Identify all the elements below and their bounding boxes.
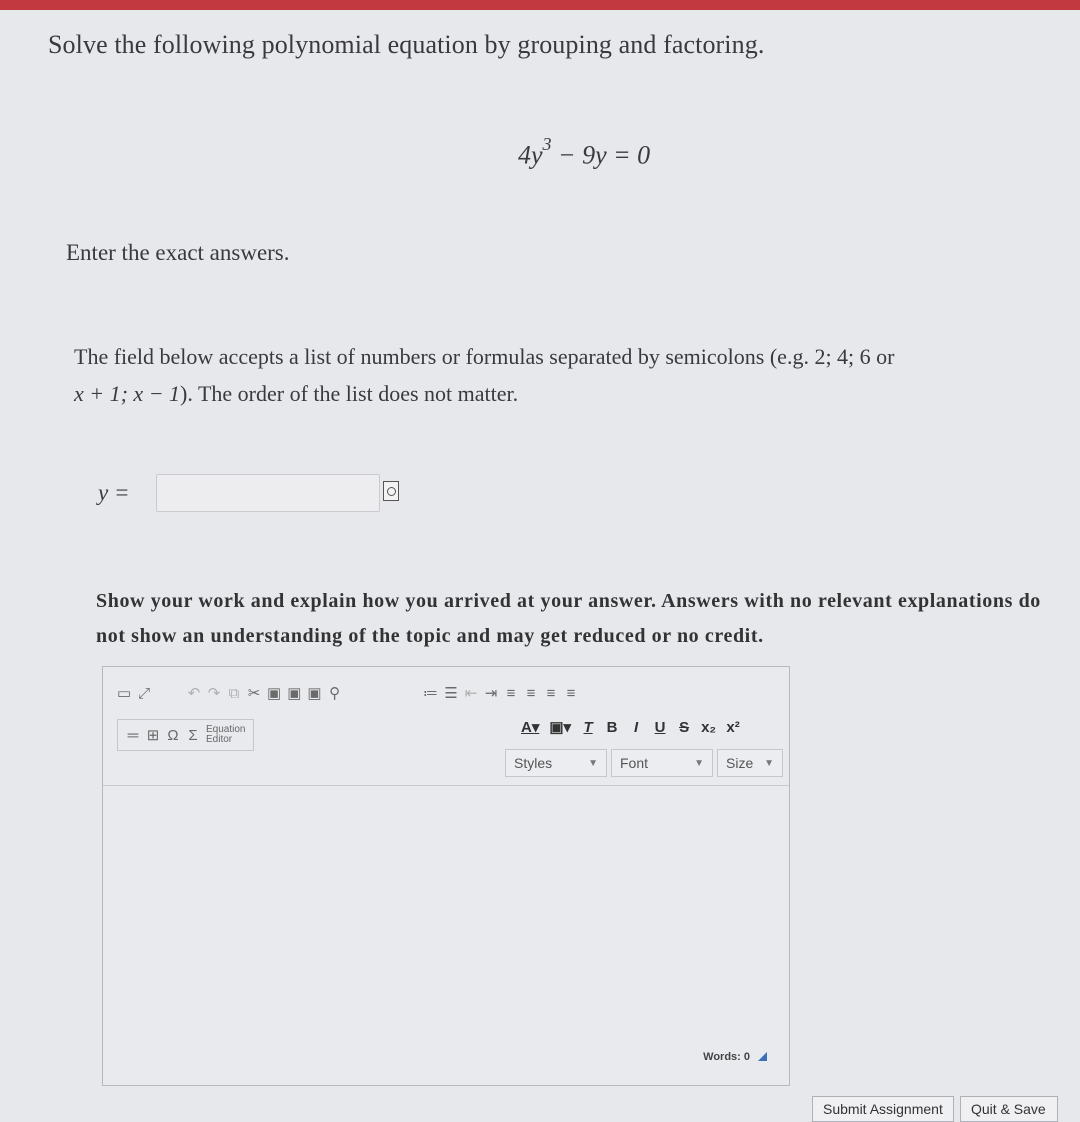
outdent-icon[interactable]: ⇤ (464, 684, 478, 702)
background-color-icon[interactable]: ▣▾ (549, 718, 571, 736)
paste-text-icon[interactable]: ▣ (287, 684, 301, 702)
hint-line2: ). The order of the list does not matter… (180, 381, 519, 406)
justify-icon[interactable]: ≡ (564, 685, 578, 702)
paste-icon[interactable]: ▣ (267, 684, 281, 702)
align-right-icon[interactable]: ≡ (544, 685, 558, 702)
answer-label: y = (98, 480, 130, 505)
font-label: Font (620, 755, 649, 771)
chevron-down-icon: ▼ (694, 757, 704, 769)
paste-word-icon[interactable]: ▣ (307, 684, 321, 702)
chevron-down-icon: ▼ (588, 757, 598, 769)
strikethrough-icon[interactable]: S (677, 719, 691, 736)
align-center-icon[interactable]: ≡ (524, 685, 538, 702)
top-accent-bar (0, 0, 1080, 10)
toolbar-group-paragraph: ≔ ☰ ⇤ ⇥ ≡ ≡ ≡ ≡ (423, 681, 578, 705)
answer-input[interactable] (156, 474, 380, 512)
subscript-icon[interactable]: x₂ (701, 719, 716, 736)
size-label: Size (726, 755, 754, 771)
special-char-icon[interactable]: Ω (166, 727, 180, 744)
show-work-prompt: Show your work and explain how you arriv… (96, 590, 1041, 647)
submit-assignment-button[interactable]: Submit Assignment (812, 1096, 954, 1122)
remove-format-icon[interactable]: T (581, 719, 595, 736)
copy-icon[interactable]: ⧉ (227, 685, 241, 702)
equation-editor-label2: Editor (206, 734, 233, 745)
equation-editor-button[interactable]: Equation Editor (206, 725, 245, 745)
find-icon[interactable]: ⚲ (328, 684, 342, 702)
source-icon[interactable]: ▭ (117, 684, 131, 702)
numbered-list-icon[interactable]: ≔ (423, 684, 438, 702)
underline-icon[interactable]: U (653, 719, 667, 736)
size-dropdown[interactable]: Size ▼ (717, 749, 783, 777)
editor-toolbar: ▭ ⤢ ↶ ↷ ⧉ ✂ ▣ ▣ ▣ ⚲ ≔ ☰ ⇤ ⇥ ≡ ≡ ≡ ≡ ═ ⊞ … (103, 667, 789, 786)
editor-text-area[interactable] (135, 787, 783, 1057)
equation-coef: 4y (518, 140, 543, 170)
chevron-down-icon: ▼ (764, 757, 774, 769)
word-count: Words: 0 (703, 1051, 767, 1063)
exact-answers-note: Enter the exact answers. (66, 240, 290, 265)
toolbar-group-format: A▾ ▣▾ T B I U S x₂ x² (521, 715, 740, 739)
resize-handle-icon[interactable] (758, 1052, 767, 1061)
equation-rest: − 9y = 0 (551, 140, 651, 170)
sigma-icon[interactable]: Σ (186, 727, 200, 744)
equation-exponent: 3 (542, 134, 552, 154)
horizontal-line-icon[interactable]: ═ (126, 727, 140, 744)
italic-icon[interactable]: I (629, 719, 643, 736)
toolbar-group-source: ▭ ⤢ (117, 681, 151, 705)
align-left-icon[interactable]: ≡ (504, 685, 518, 702)
undo-icon[interactable]: ↶ (187, 684, 201, 702)
preview-icon[interactable] (383, 481, 399, 501)
redo-icon[interactable]: ↷ (207, 684, 221, 702)
indent-icon[interactable]: ⇥ (484, 684, 498, 702)
maximize-icon[interactable]: ⤢ (137, 685, 151, 702)
styles-dropdown[interactable]: Styles ▼ (505, 749, 607, 777)
question-instruction: Solve the following polynomial equation … (48, 30, 765, 59)
superscript-icon[interactable]: x² (726, 719, 740, 736)
list-format-hint: The field below accepts a list of number… (74, 338, 1080, 412)
toolbar-group-insert: ═ ⊞ Ω Σ Equation Editor (117, 719, 255, 751)
styles-label: Styles (514, 755, 553, 771)
rich-text-editor: ▭ ⤢ ↶ ↷ ⧉ ✂ ▣ ▣ ▣ ⚲ ≔ ☰ ⇤ ⇥ ≡ ≡ ≡ ≡ ═ ⊞ … (102, 666, 790, 1086)
text-color-icon[interactable]: A▾ (521, 718, 539, 736)
equation: 4y3 − 9y = 0 (518, 134, 651, 171)
hint-example-math: x + 1; x − 1 (74, 381, 181, 406)
toolbar-group-clipboard: ↶ ↷ ⧉ ✂ ▣ ▣ ▣ ⚲ (187, 681, 342, 705)
word-count-label: Words: 0 (703, 1051, 750, 1063)
font-dropdown[interactable]: Font ▼ (611, 749, 713, 777)
bold-icon[interactable]: B (605, 719, 619, 736)
quit-save-button[interactable]: Quit & Save (960, 1096, 1058, 1122)
hint-line1: The field below accepts a list of number… (74, 344, 895, 369)
cut-icon[interactable]: ✂ (247, 684, 261, 702)
bulleted-list-icon[interactable]: ☰ (444, 684, 458, 702)
table-icon[interactable]: ⊞ (146, 726, 160, 744)
